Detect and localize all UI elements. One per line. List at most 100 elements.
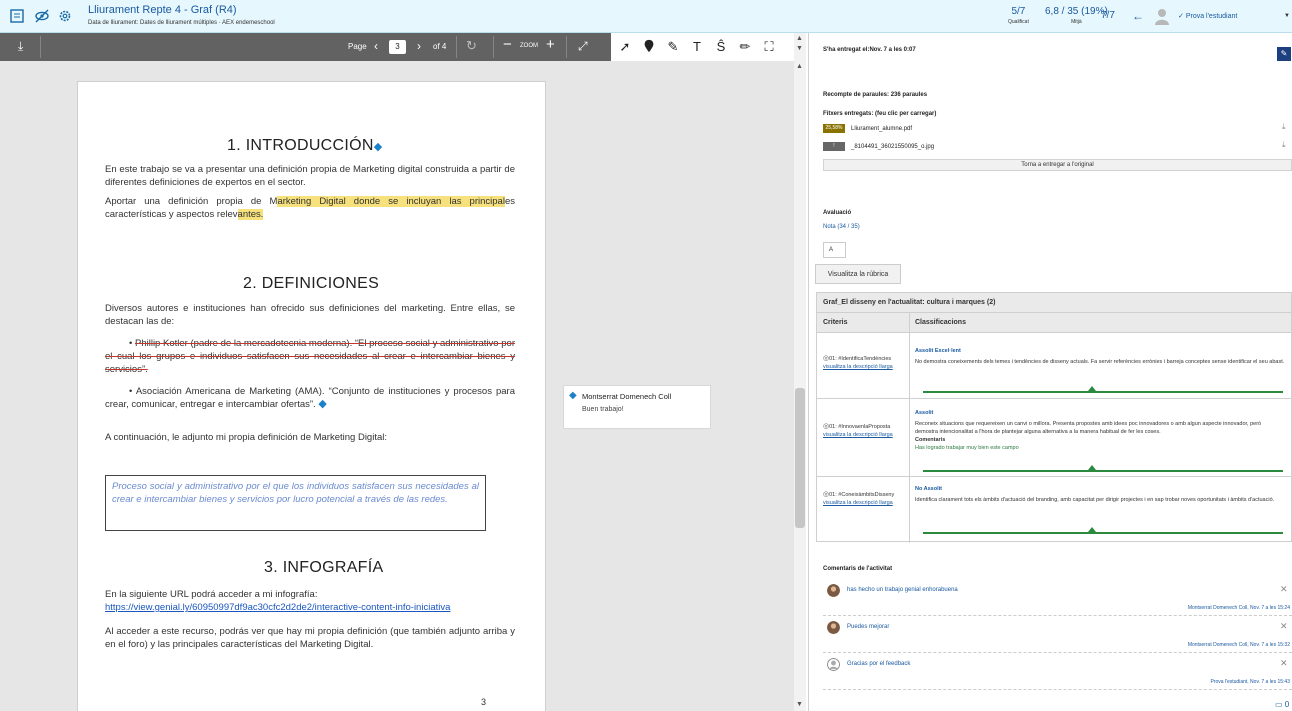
strikethrough-icon[interactable]: Ŝ [713,39,729,55]
graded-count: 5/7 Qualificat [1008,6,1029,25]
page-total: of 4 [433,42,447,51]
rubric-row: ◎01: #IdentificaTendències visualitza la … [817,333,1291,399]
rubric-title: Graf_El disseny en l'actualitat: cultura… [817,293,1291,313]
download-icon[interactable]: ⤓ [1282,122,1286,132]
originality-badge[interactable]: 25,58% [823,124,845,133]
annotation-pin-icon[interactable]: ◆ [318,398,326,410]
level-marker[interactable] [1088,386,1097,391]
heading-infografia: 3. INFOGRAFÍA [264,559,384,576]
pdf-toolbar: ⤓ Page ‹ 3 › of 4 ↻ − ZOOM + ⤢ ➚ ✎ T Ŝ ✏… [0,33,794,61]
rubric-row: ◎01: #InnovaenlaProposta visualitza la de… [817,399,1291,477]
level-bar [923,470,1283,472]
previous-student-arrow-icon[interactable]: ← [1132,9,1144,23]
check-icon: ✓ [1178,13,1186,20]
assignment-title[interactable]: Lliurament Repte 4 - Graf (R4) [88,4,237,16]
level-marker[interactable] [1088,465,1097,470]
level-cell[interactable]: Assolit Excel·lent No demostra coneixemen… [915,347,1285,366]
rotate-icon[interactable]: ↻ [466,38,477,54]
submission-count: 7/7 [1101,10,1115,21]
zoom-in-button[interactable]: + [546,36,555,53]
chat-icon: ▭ [1275,700,1285,709]
student-avatar-icon [1155,9,1169,25]
page-number: 3 [481,697,487,707]
comment-item: Gracias por el feedback ✕ Prova l'estudi… [823,654,1292,690]
scroll-up-icon[interactable]: ▲ [796,35,803,42]
annotation-tools: ➚ ✎ T Ŝ ✏ ⛶ [611,33,794,61]
paragraph-highlighted: Aportar una definición propia de Marketi… [105,196,515,220]
zoom-label: ZOOM [520,43,538,49]
paragraph-resource: Al acceder a este recurso, podrás ver qu… [105,626,515,650]
text-tool-icon[interactable]: T [689,39,705,55]
level-bar [923,391,1283,393]
level-cell[interactable]: No Assolit Identifica clarament tots els … [915,485,1285,504]
paragraph-infografia: En la siguiente URL podrá acceder a mi i… [105,589,451,613]
comment-text: Buen trabajo! [582,406,624,413]
grade-label: Nota (34 / 35) [823,224,860,230]
pen-icon[interactable]: ✏ [737,39,753,55]
file-link-jpg[interactable]: _8104491_36021550095_o.jpg [851,144,934,150]
bullet-ama: • Asociación Americana de Marketing (AMA… [105,386,515,410]
scroll-up-icon[interactable]: ▲ [796,63,803,70]
files-label: Fitxers entregats: (feu clic per carrega… [823,111,937,117]
toolbar-divider [40,36,41,58]
infographic-link[interactable]: https://view.genial.ly/60950997df9ac30cf… [105,602,450,613]
close-icon[interactable]: ✕ [1280,584,1288,595]
caret-down-icon[interactable]: ▼ [1284,13,1290,19]
comment-text: has hecho un trabajo genial enhorabuena [847,587,958,593]
download-icon[interactable]: ⤓ [18,39,23,54]
next-page-button[interactable]: › [417,39,421,53]
level-cell[interactable]: Assolit Reconeix situacions que requereix… [915,409,1285,452]
file-link-pdf[interactable]: Lliurament_alumne.pdf [851,126,912,132]
highlighter-icon[interactable]: ✎ [665,39,681,55]
bullet-kotler: • Phillip Kotler (padre de la mercadotec… [105,338,515,375]
download-icon[interactable]: ⤓ [1282,140,1286,150]
rectangle-select-icon[interactable]: ⛶ [761,39,777,55]
resubmit-button[interactable]: Torna a entregar a l'original [823,159,1292,171]
annotation-comment-card[interactable]: ◆ Montserrat Domenech Coll Buen trabajo! [563,385,711,429]
zoom-out-button[interactable]: − [503,36,512,53]
evaluation-label: Avaluació [823,210,852,216]
scroll-down-icon[interactable]: ▼ [796,701,803,708]
page-number-input[interactable]: 3 [389,40,406,54]
previous-page-button[interactable]: ‹ [374,39,378,53]
close-icon[interactable]: ✕ [1280,658,1288,669]
rubric-row: ◎01: #ConeixàmbitsDisseny visualitza la d… [817,477,1291,543]
annotation-pin-icon[interactable]: ◆ [374,141,383,153]
criterion-cell: ◎01: #InnovaenlaProposta visualitza la de… [823,423,893,438]
hide-eye-icon[interactable] [33,8,51,26]
paragraph-definiciones: Diversos autores e instituciones han ofr… [105,303,515,327]
comment-meta: Montserrat Domenech Coll, Nov. 7 a les 1… [1187,642,1290,648]
close-icon[interactable]: ✕ [1280,621,1288,632]
document-list-icon[interactable] [8,8,26,26]
level-bar [923,532,1283,534]
rubric-table: Graf_El disseny en l'actualitat: cultura… [816,292,1292,543]
comment-meta: Prova l'estudiant, Nov. 7 a les 15:43 [1210,679,1290,685]
comment-item: Puedes mejorar ✕ Montserrat Domenech Col… [823,617,1292,653]
comment-text: Gracias por el feedback [847,661,911,667]
pointer-icon[interactable]: ➚ [617,39,633,55]
view-rubric-button[interactable]: Visualitza la rúbrica [815,264,901,284]
scrollbar-thumb[interactable] [795,388,805,528]
criteria-header: Criteris [823,319,848,326]
teacher-avatar-icon [827,621,840,634]
document-viewer[interactable]: 1. INTRODUCCIÓN◆ En este trabajo se va a… [0,61,806,711]
fullscreen-icon[interactable]: ⤢ [578,39,588,54]
grade-input[interactable]: A [823,242,846,258]
pencil-icon[interactable]: ✎ [1277,47,1291,61]
feedback-count[interactable]: ▭ 0 [1275,700,1289,709]
student-selector[interactable]: ✓ Prova l'estudiant [1178,12,1237,20]
pin-icon: ◆ [569,390,577,401]
level-marker[interactable] [1088,527,1097,532]
pin-comment-icon[interactable] [641,39,657,55]
toolbar-divider [456,36,457,58]
heading-definiciones: 2. DEFINICIONES [243,275,380,292]
heading-introduccion: 1. INTRODUCCIÓN◆ [227,137,383,154]
file-warning-badge[interactable]: ! [823,142,845,151]
comments-title: Comentaris de l'activitat [823,566,893,572]
assignment-subtitle: Data de lliurament: Dates de lliurament … [88,20,275,26]
viewer-scrollbar[interactable]: ▲ ▼ ▲ ▼ [794,33,806,711]
gear-icon[interactable] [56,8,74,26]
teacher-avatar-icon [827,584,840,597]
scroll-down-icon[interactable]: ▼ [796,45,803,52]
criterion-cell: ◎01: #ConeixàmbitsDisseny visualitza la d… [823,491,895,506]
